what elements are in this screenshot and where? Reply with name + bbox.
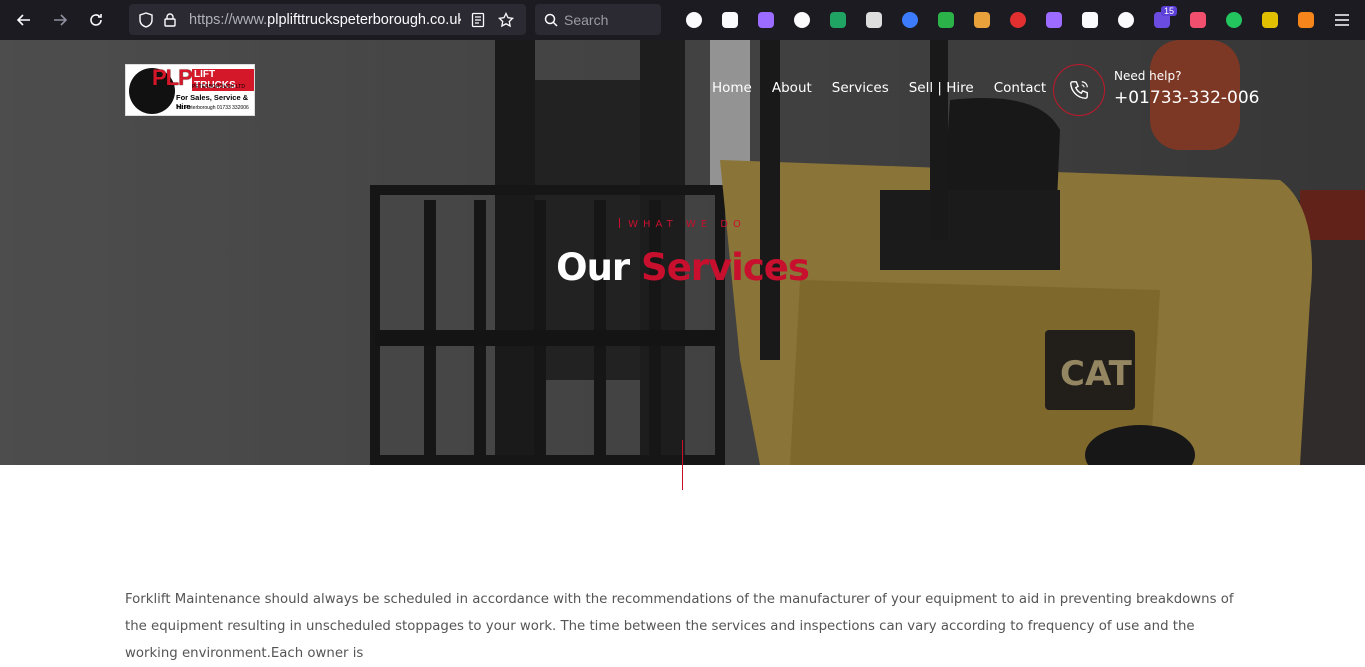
nav-home[interactable]: Home — [712, 80, 752, 96]
hand-icon[interactable] — [1000, 2, 1036, 38]
section-eyebrow: WHAT WE DO — [0, 218, 1365, 230]
puzzle-icon[interactable] — [784, 2, 820, 38]
app-menu-button[interactable] — [1324, 2, 1360, 38]
fwa-icon[interactable] — [1180, 2, 1216, 38]
broom-icon[interactable] — [964, 2, 1000, 38]
bookmark-star-icon[interactable] — [495, 9, 517, 31]
search-placeholder: Search — [564, 11, 609, 28]
lock-icon[interactable] — [159, 9, 181, 31]
gear-icon[interactable] — [1036, 2, 1072, 38]
decorative-divider — [682, 440, 683, 490]
logo-plp: PLP — [152, 65, 193, 90]
browser-toolbar: https://www.plplifttruckspeterborough.co… — [0, 0, 1365, 40]
pocket-icon[interactable] — [676, 2, 712, 38]
phone-call-button[interactable] — [1053, 64, 1105, 116]
json-icon[interactable] — [1252, 2, 1288, 38]
title-red: Services — [641, 246, 810, 289]
translate-icon[interactable] — [892, 2, 928, 38]
nav-about[interactable]: About — [772, 80, 812, 96]
shield-icon[interactable]: 15 — [1144, 2, 1180, 38]
phone-number[interactable]: +01733-332-006 — [1114, 88, 1260, 108]
money-icon[interactable] — [928, 2, 964, 38]
arrow-right-icon — [54, 14, 68, 26]
url-text[interactable]: https://www.plplifttruckspeterborough.co… — [189, 12, 461, 28]
back-button[interactable] — [6, 2, 42, 38]
forward-button[interactable] — [42, 2, 78, 38]
cloud-icon[interactable] — [856, 2, 892, 38]
services-intro-paragraph: Forklift Maintenance should always be sc… — [125, 592, 1234, 661]
logo-sub: PETERBOROUGH LTD — [192, 84, 245, 90]
logo-tel: Tel: Peterborough 01733 332006 — [176, 105, 249, 111]
nav-sell-hire[interactable]: Sell | Hire — [909, 80, 974, 96]
sync-icon[interactable] — [1216, 2, 1252, 38]
cookie-icon[interactable] — [1072, 2, 1108, 38]
title-white: Our — [556, 246, 630, 289]
wrench-icon[interactable] — [712, 2, 748, 38]
fox-icon[interactable] — [1288, 2, 1324, 38]
reader-view-icon[interactable] — [467, 9, 489, 31]
nav-contact[interactable]: Contact — [994, 80, 1047, 96]
arrow-left-icon — [16, 14, 30, 26]
react-icon[interactable] — [1108, 2, 1144, 38]
ghost-icon[interactable] — [748, 2, 784, 38]
main-nav: Home About Services Sell | Hire Contact — [712, 80, 1046, 96]
page-title: Our Services — [0, 246, 1365, 289]
globe-icon[interactable] — [820, 2, 856, 38]
search-box[interactable]: Search — [535, 4, 661, 35]
site-logo[interactable]: PLP LIFT TRUCKS PETERBOROUGH LTD For Sal… — [125, 64, 255, 116]
phone-icon — [1070, 81, 1088, 99]
need-help-label: Need help? — [1114, 69, 1182, 83]
hamburger-icon — [1335, 14, 1349, 26]
tracking-shield-icon[interactable] — [135, 9, 157, 31]
nav-services[interactable]: Services — [832, 80, 889, 96]
extension-badge: 15 — [1160, 6, 1177, 16]
extensions-toolbar: 15 — [676, 0, 1324, 40]
reload-button[interactable] — [78, 2, 114, 38]
reload-icon — [90, 14, 102, 26]
hero-section: CAT PLP LIFT TRUCKS PETERBOROUGH LTD For… — [0, 40, 1365, 465]
search-icon — [544, 13, 558, 27]
url-bar[interactable]: https://www.plplifttruckspeterborough.co… — [129, 4, 526, 35]
